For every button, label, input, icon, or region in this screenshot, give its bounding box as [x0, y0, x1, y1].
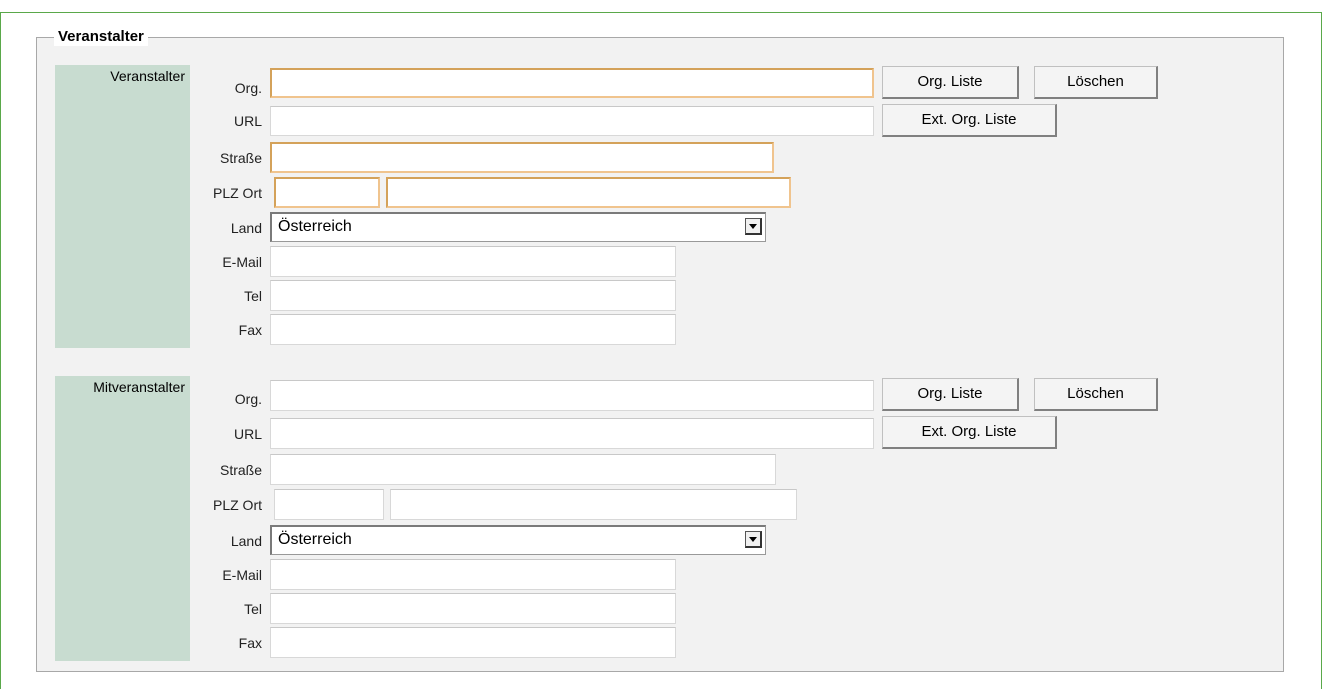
tel-label: Tel: [244, 601, 262, 617]
land-label: Land: [230, 220, 262, 236]
email-input[interactable]: [270, 559, 676, 590]
tel-label: Tel: [244, 288, 262, 304]
chevron-down-icon[interactable]: [745, 218, 762, 235]
land-selected-value: Österreich: [278, 531, 352, 548]
fax-label: Fax: [238, 635, 262, 651]
url-input[interactable]: [270, 418, 874, 449]
org-label: Org.: [234, 80, 262, 96]
street-input[interactable]: [270, 142, 774, 173]
land-selected-value: Österreich: [278, 218, 352, 235]
ext-org-liste-button[interactable]: Ext. Org. Liste: [882, 104, 1057, 137]
fax-label: Fax: [238, 322, 262, 338]
org-label: Org.: [234, 391, 262, 407]
org-liste-button[interactable]: Org. Liste: [882, 66, 1019, 99]
street-label: Straße: [219, 150, 262, 166]
org-liste-button[interactable]: Org. Liste: [882, 378, 1019, 411]
org-input[interactable]: [270, 380, 874, 411]
section-label-mitveranstalter: Mitveranstalter: [55, 376, 190, 661]
ort-input[interactable]: [390, 489, 797, 520]
plz-ort-label: PLZ Ort: [212, 497, 262, 513]
url-input[interactable]: [270, 106, 874, 136]
loeschen-button[interactable]: Löschen: [1034, 378, 1158, 411]
street-input[interactable]: [270, 454, 776, 485]
plz-input[interactable]: [274, 177, 380, 208]
email-input[interactable]: [270, 246, 676, 277]
ort-input[interactable]: [386, 177, 791, 208]
url-label: URL: [233, 426, 262, 442]
fax-input[interactable]: [270, 314, 676, 345]
land-select[interactable]: Österreich: [270, 525, 766, 555]
land-label: Land: [230, 533, 262, 549]
org-input[interactable]: [270, 68, 874, 98]
email-label: E-Mail: [222, 567, 262, 583]
fax-input[interactable]: [270, 627, 676, 658]
street-label: Straße: [219, 462, 262, 478]
section-label-veranstalter: Veranstalter: [55, 65, 190, 348]
tel-input[interactable]: [270, 593, 676, 624]
plz-ort-label: PLZ Ort: [212, 185, 262, 201]
land-select[interactable]: Österreich: [270, 212, 766, 242]
fieldset-legend: Veranstalter: [54, 28, 148, 46]
ext-org-liste-button[interactable]: Ext. Org. Liste: [882, 416, 1057, 449]
plz-input[interactable]: [274, 489, 384, 520]
url-label: URL: [233, 113, 262, 129]
email-label: E-Mail: [222, 254, 262, 270]
tel-input[interactable]: [270, 280, 676, 311]
loeschen-button[interactable]: Löschen: [1034, 66, 1158, 99]
chevron-down-icon[interactable]: [745, 531, 762, 548]
